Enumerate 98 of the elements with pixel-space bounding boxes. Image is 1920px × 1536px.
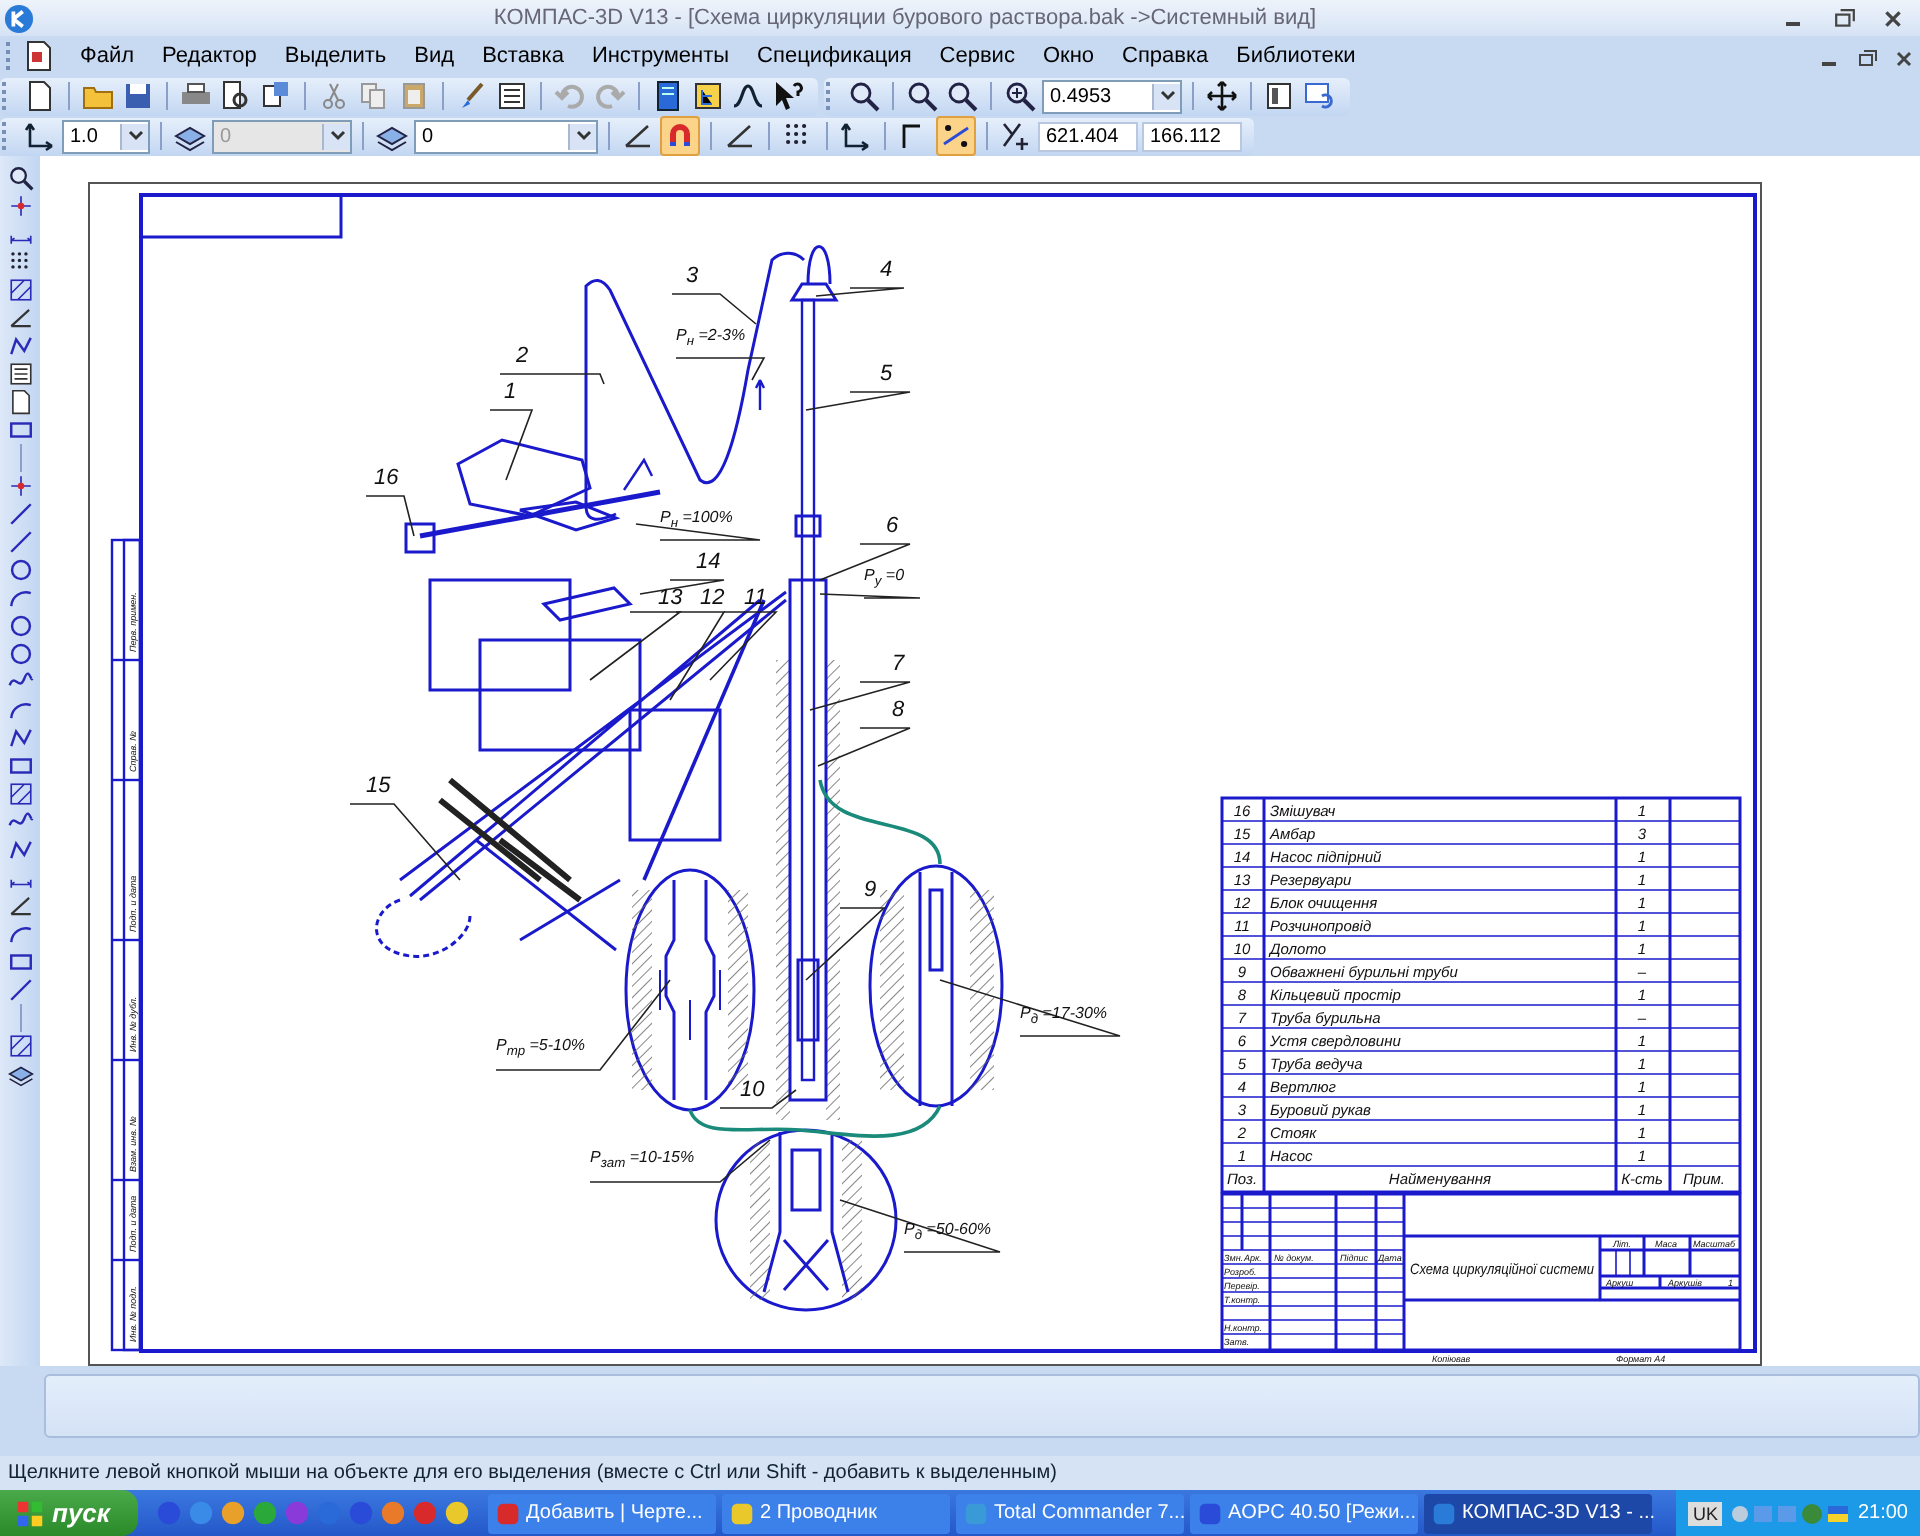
leader-line (815, 287, 905, 297)
leader-line (499, 373, 605, 385)
menu-item[interactable]: Справка (1108, 40, 1223, 72)
app-icon (1432, 1501, 1456, 1525)
leader-line (671, 293, 757, 325)
menu-item[interactable]: Инструменты (577, 40, 744, 72)
pressure-label: P$_{н}$ =2-3% (676, 326, 746, 354)
axes-icon[interactable] (22, 118, 58, 154)
callout-number: 12 (700, 586, 725, 610)
zoom-window-icon[interactable] (904, 78, 940, 114)
menu-item[interactable]: Окно (1028, 40, 1109, 72)
refresh-icon[interactable] (1302, 78, 1338, 114)
callout-number: 5 (880, 362, 893, 386)
tray-icons-drawing[interactable] (1729, 1499, 1850, 1527)
caret-icon (575, 128, 591, 144)
callout-number: 14 (696, 550, 721, 574)
y-coordinate-field[interactable]: 166.112 (1142, 121, 1242, 151)
taskbar-button[interactable]: AOPC 40.50 [Режи... (1190, 1493, 1418, 1533)
callout-number: 13 (658, 586, 683, 610)
callout-number: 10 (740, 1078, 765, 1102)
leader-line (805, 907, 887, 981)
menu-item[interactable]: Выделить (270, 40, 401, 72)
restore-icon (1858, 47, 1878, 69)
menu-item[interactable]: Вид (400, 40, 469, 72)
callout-number: 4 (880, 258, 893, 282)
callout-number: 1 (504, 380, 517, 404)
document-icon[interactable] (22, 40, 54, 72)
callout-number: 2 (516, 344, 529, 368)
zoom-window-icon[interactable] (944, 78, 980, 114)
callout-number: 16 (374, 466, 399, 490)
window-title: КОМПАС-3D V13 - [Схема циркуляции бурового раствора.bak ->Системный вид] (491, 6, 1319, 30)
leader-line (817, 727, 911, 767)
leader-line (805, 391, 911, 411)
taskbar-button[interactable]: КОМПАС-3D V13 - ... (1424, 1493, 1652, 1533)
zoom-icon[interactable] (846, 78, 882, 114)
caret-icon (127, 128, 143, 144)
leader-line (819, 593, 921, 599)
app-logo-icon (4, 3, 34, 33)
quick-launch-icon[interactable] (444, 1500, 470, 1526)
leader-line (349, 803, 461, 881)
minimize-icon (1786, 21, 1800, 25)
axes-icon[interactable] (838, 118, 874, 154)
restore-icon (1834, 7, 1856, 29)
pressure-label: P$_{у}$ =0 (864, 566, 905, 594)
zoom-dropdown[interactable]: 0.4953 (1042, 79, 1182, 113)
menu-item[interactable]: Сервис (925, 40, 1029, 72)
callout-number: 7 (892, 652, 905, 676)
windows-logo-icon (16, 1499, 44, 1527)
leader-line (489, 409, 534, 481)
callout-number: 15 (366, 774, 391, 798)
layer-dropdown[interactable]: 0 (414, 119, 598, 153)
menu-item[interactable]: Вставка (468, 40, 578, 72)
app-icon (964, 1501, 988, 1525)
taskbar-button[interactable]: Добавить | Черте... (488, 1493, 716, 1533)
language-indicator[interactable]: UK (1688, 1501, 1722, 1525)
line-style-dropdown[interactable]: 1.0 (62, 119, 150, 153)
leader-line (819, 543, 911, 581)
taskbar-button[interactable]: Total Commander 7... (956, 1493, 1184, 1533)
pressure-label: P$_{н}$ =100% (660, 508, 733, 536)
pressure-label: P$_{д}$ =17-30% (1020, 1004, 1107, 1032)
caret-icon (329, 128, 345, 144)
callout-number: 11 (744, 586, 767, 610)
menu-item[interactable]: Спецификация (743, 40, 926, 72)
app-icon (730, 1501, 754, 1525)
pressure-label: P$_{зат}$ =10-15% (590, 1148, 695, 1176)
callout-number: 6 (886, 514, 899, 538)
leader-line (365, 495, 415, 537)
start-button[interactable]: пуск (0, 1490, 138, 1536)
callout-number: 9 (864, 878, 877, 902)
app-icon (496, 1501, 520, 1525)
menu-item[interactable]: Файл (66, 40, 149, 72)
callout-number: 8 (892, 698, 905, 722)
minimize-icon (1822, 61, 1836, 65)
close-icon (1882, 7, 1904, 29)
leader-line (709, 611, 778, 681)
tree-icon[interactable] (690, 78, 726, 114)
taskbar-button[interactable]: 2 Проводник (722, 1493, 950, 1533)
list-icon[interactable] (494, 78, 530, 114)
app-icon (1198, 1501, 1222, 1525)
pressure-label: P$_{д}$ =50-60% (904, 1220, 991, 1248)
coordinates-icon[interactable] (998, 118, 1034, 154)
close-icon (1894, 47, 1914, 69)
callout-number: 3 (686, 264, 699, 288)
pressure-label: P$_{тр}$ =5-10% (496, 1036, 586, 1064)
menu-item[interactable]: Библиотеки (1222, 40, 1370, 72)
leader-line (675, 357, 766, 381)
clock: 21:00 (1857, 1502, 1908, 1524)
quick-launch-icon[interactable] (220, 1500, 246, 1526)
save-icon[interactable] (120, 78, 156, 114)
function-curve-icon[interactable] (730, 78, 766, 114)
x-coordinate-field[interactable]: 621.404 (1038, 121, 1138, 151)
caret-icon (1159, 88, 1175, 104)
help-cursor-icon[interactable] (770, 78, 806, 114)
menu-item[interactable]: Редактор (148, 40, 271, 72)
pan-icon[interactable] (1204, 78, 1240, 114)
zoom-in-icon[interactable] (1002, 78, 1038, 114)
leader-line (635, 523, 761, 541)
status-text: Щелкните левой кнопкой мыши на объекте для его выделения (вместе с Ctrl или Shift - добавить к выделенным) (0, 1456, 1920, 1490)
